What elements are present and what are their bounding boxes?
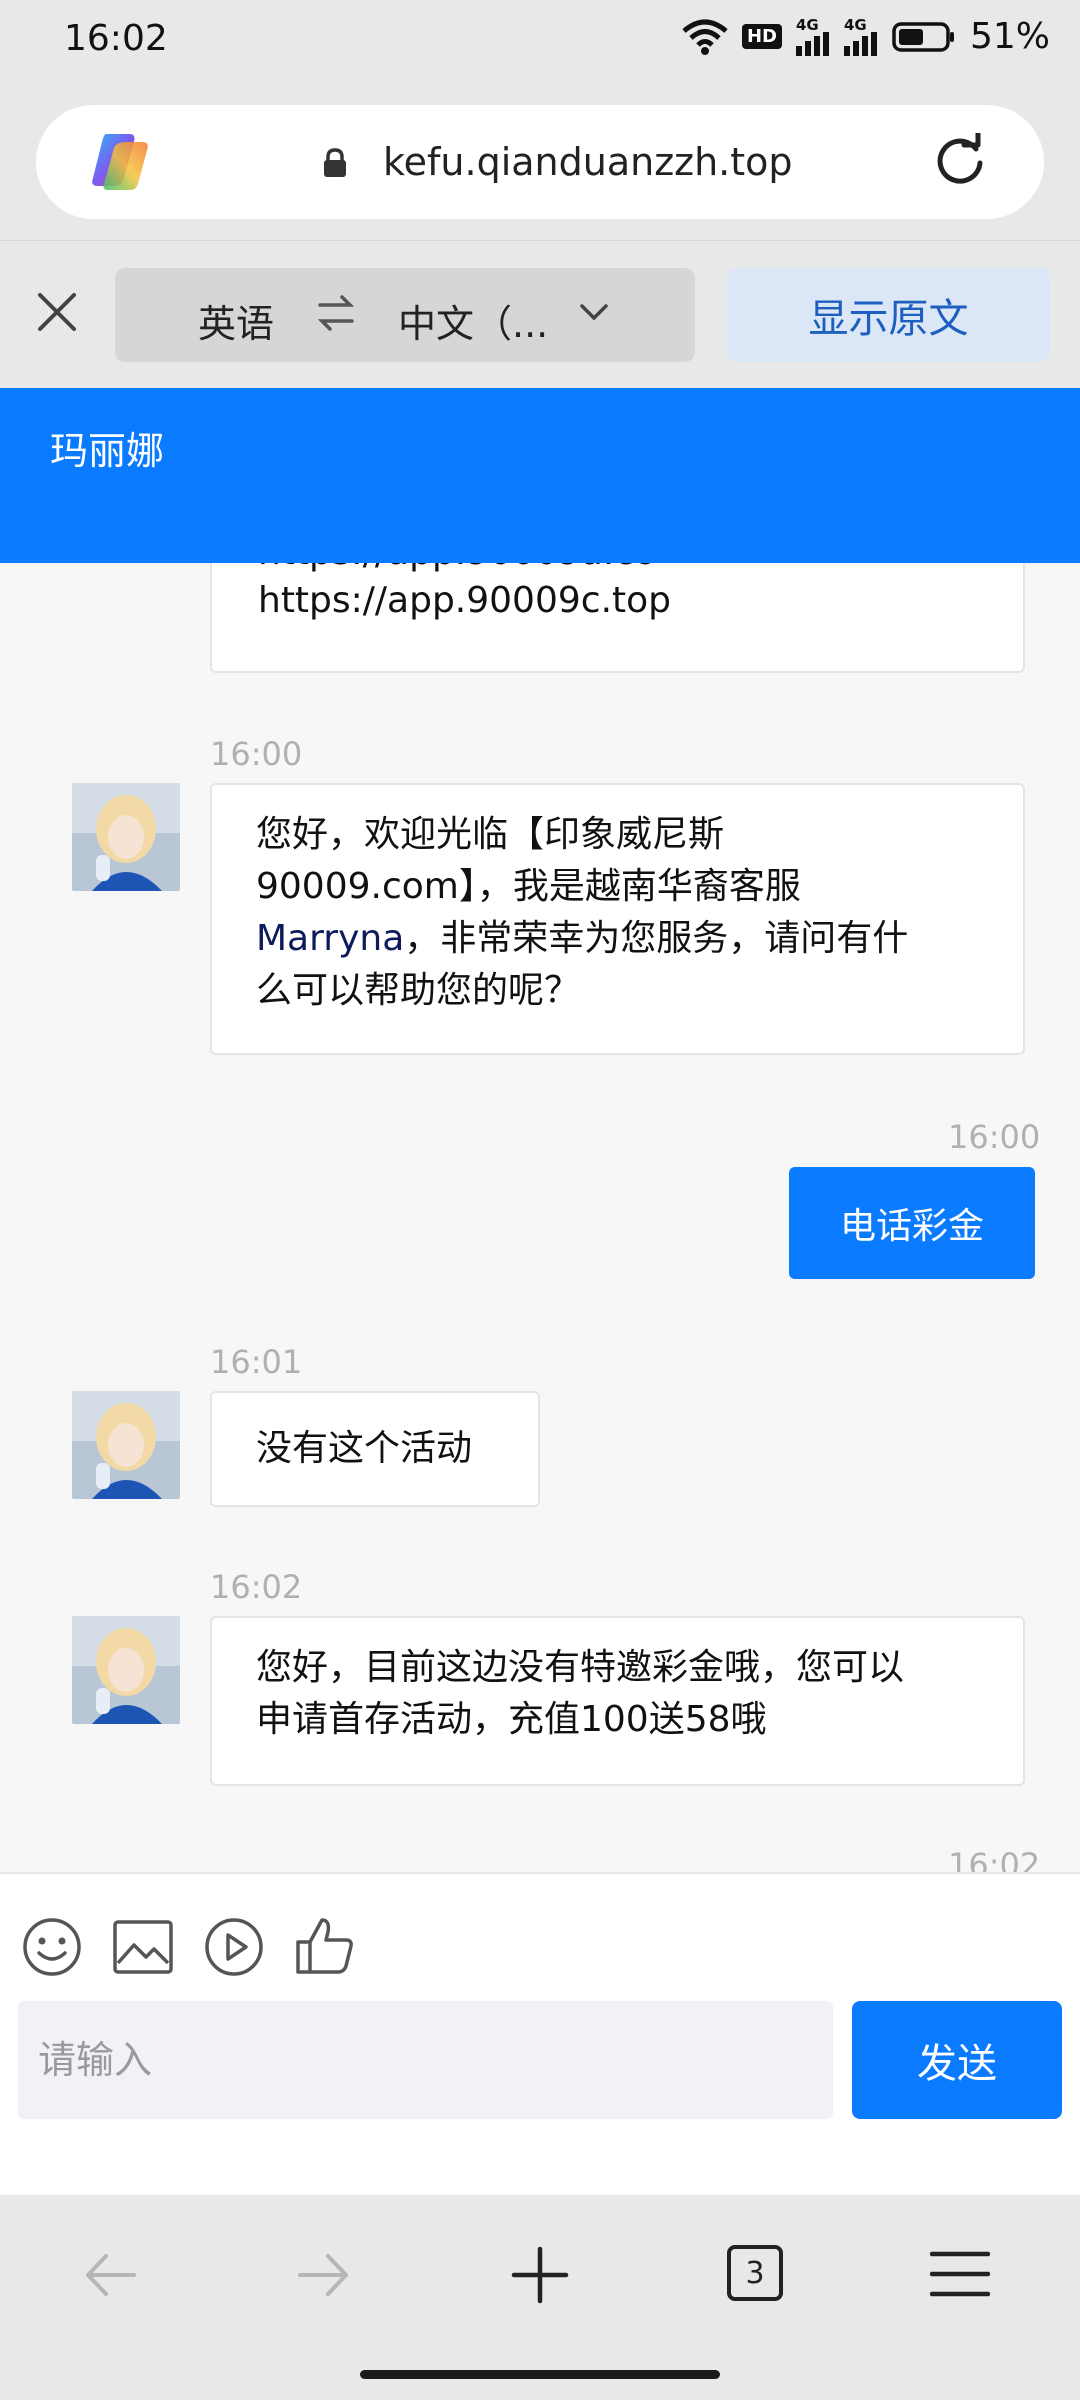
chevron-down-icon[interactable] — [578, 300, 610, 324]
message-input[interactable] — [18, 2001, 833, 2119]
message-timestamp: 16:00 — [948, 1118, 1041, 1156]
wifi-icon — [682, 19, 728, 55]
battery-icon — [892, 21, 954, 52]
lock-icon — [324, 148, 346, 177]
send-button[interactable]: 发送 — [852, 2001, 1062, 2119]
hd-badge: HD — [741, 24, 782, 49]
net-label-1: 4G — [795, 15, 819, 34]
agent-name: Marryna — [256, 918, 405, 959]
message-list[interactable]: https://app.90009a.co https://app.90009c… — [0, 563, 1080, 1872]
tabs-button[interactable]: 3 — [727, 2245, 783, 2301]
new-tab-icon[interactable] — [510, 2245, 570, 2305]
home-indicator[interactable] — [360, 2370, 720, 2379]
url-text[interactable]: kefu.qianduanzzh.top — [383, 140, 793, 184]
forward-arrow-icon[interactable] — [296, 2250, 352, 2300]
copilot-icon[interactable] — [86, 128, 154, 196]
chat-header — [0, 388, 1080, 563]
message-timestamp: 16:00 — [210, 735, 303, 773]
battery-percent: 51% — [969, 16, 1050, 57]
avatar — [72, 783, 180, 891]
message-bubble-links: https://app.90009a.co https://app.90009c… — [210, 563, 1025, 673]
image-icon[interactable] — [112, 1919, 174, 1975]
reload-icon[interactable] — [930, 133, 990, 193]
message-text-line: 么可以帮助您的呢？ — [256, 970, 581, 1011]
link-text[interactable]: https://app.90009c.top — [258, 577, 977, 625]
video-icon[interactable] — [204, 1917, 264, 1977]
target-language[interactable]: 中文（... — [398, 293, 548, 348]
message-text-line: Marryna，非常荣幸为您服务，请问有什 — [256, 913, 979, 965]
message-text-line: 您好，目前这边没有特邀彩金哦，您可以 — [256, 1647, 905, 1688]
back-arrow-icon[interactable] — [82, 2250, 138, 2300]
link-text[interactable]: https://app.90009a.co — [258, 563, 977, 577]
message-bubble-agent: 您好，目前这边没有特邀彩金哦，您可以 申请首存活动，充值100送58哦 — [210, 1616, 1025, 1786]
message-timestamp: 16:02 — [948, 1846, 1041, 1872]
message-input-field[interactable] — [18, 2001, 833, 2119]
menu-icon[interactable] — [930, 2249, 990, 2299]
message-text-line: 申请首存活动，充值100送58哦 — [256, 1699, 767, 1740]
avatar — [72, 1616, 180, 1724]
avatar — [72, 1391, 180, 1499]
message-bubble-user: 电话彩金 — [789, 1167, 1035, 1279]
message-timestamp: 16:01 — [210, 1343, 303, 1381]
message-text-line: 90009.com】，我是越南华裔客服 — [256, 866, 801, 907]
message-text: 没有这个活动 — [256, 1428, 473, 1469]
thumbs-up-icon[interactable] — [294, 1914, 356, 1976]
message-text: ，非常荣幸为您服务，请问有什 — [404, 918, 909, 959]
source-language[interactable]: 英语 — [198, 293, 274, 348]
message-timestamp: 16:02 — [210, 1568, 303, 1606]
message-bubble-agent: 您好，欢迎光临【印象威尼斯 90009.com】，我是越南华裔客服 Marryn… — [210, 783, 1025, 1055]
status-time: 16:02 — [64, 18, 168, 59]
chat-title: 玛丽娜 — [50, 429, 165, 473]
swap-icon[interactable] — [316, 293, 356, 333]
message-bubble-agent: 没有这个活动 — [210, 1391, 540, 1507]
message-text-line: 您好，欢迎光临【印象威尼斯 — [256, 814, 725, 855]
close-icon[interactable] — [32, 287, 82, 337]
signal-icon-1: 4G — [795, 15, 830, 56]
status-icons: HD 4G 4G 51% — [682, 16, 1050, 57]
tab-count: 3 — [745, 2255, 765, 2291]
net-label-2: 4G — [843, 15, 867, 34]
emoji-icon[interactable] — [22, 1917, 82, 1977]
show-original-button[interactable]: 显示原文 — [727, 268, 1050, 362]
signal-icon-2: 4G — [843, 15, 878, 56]
